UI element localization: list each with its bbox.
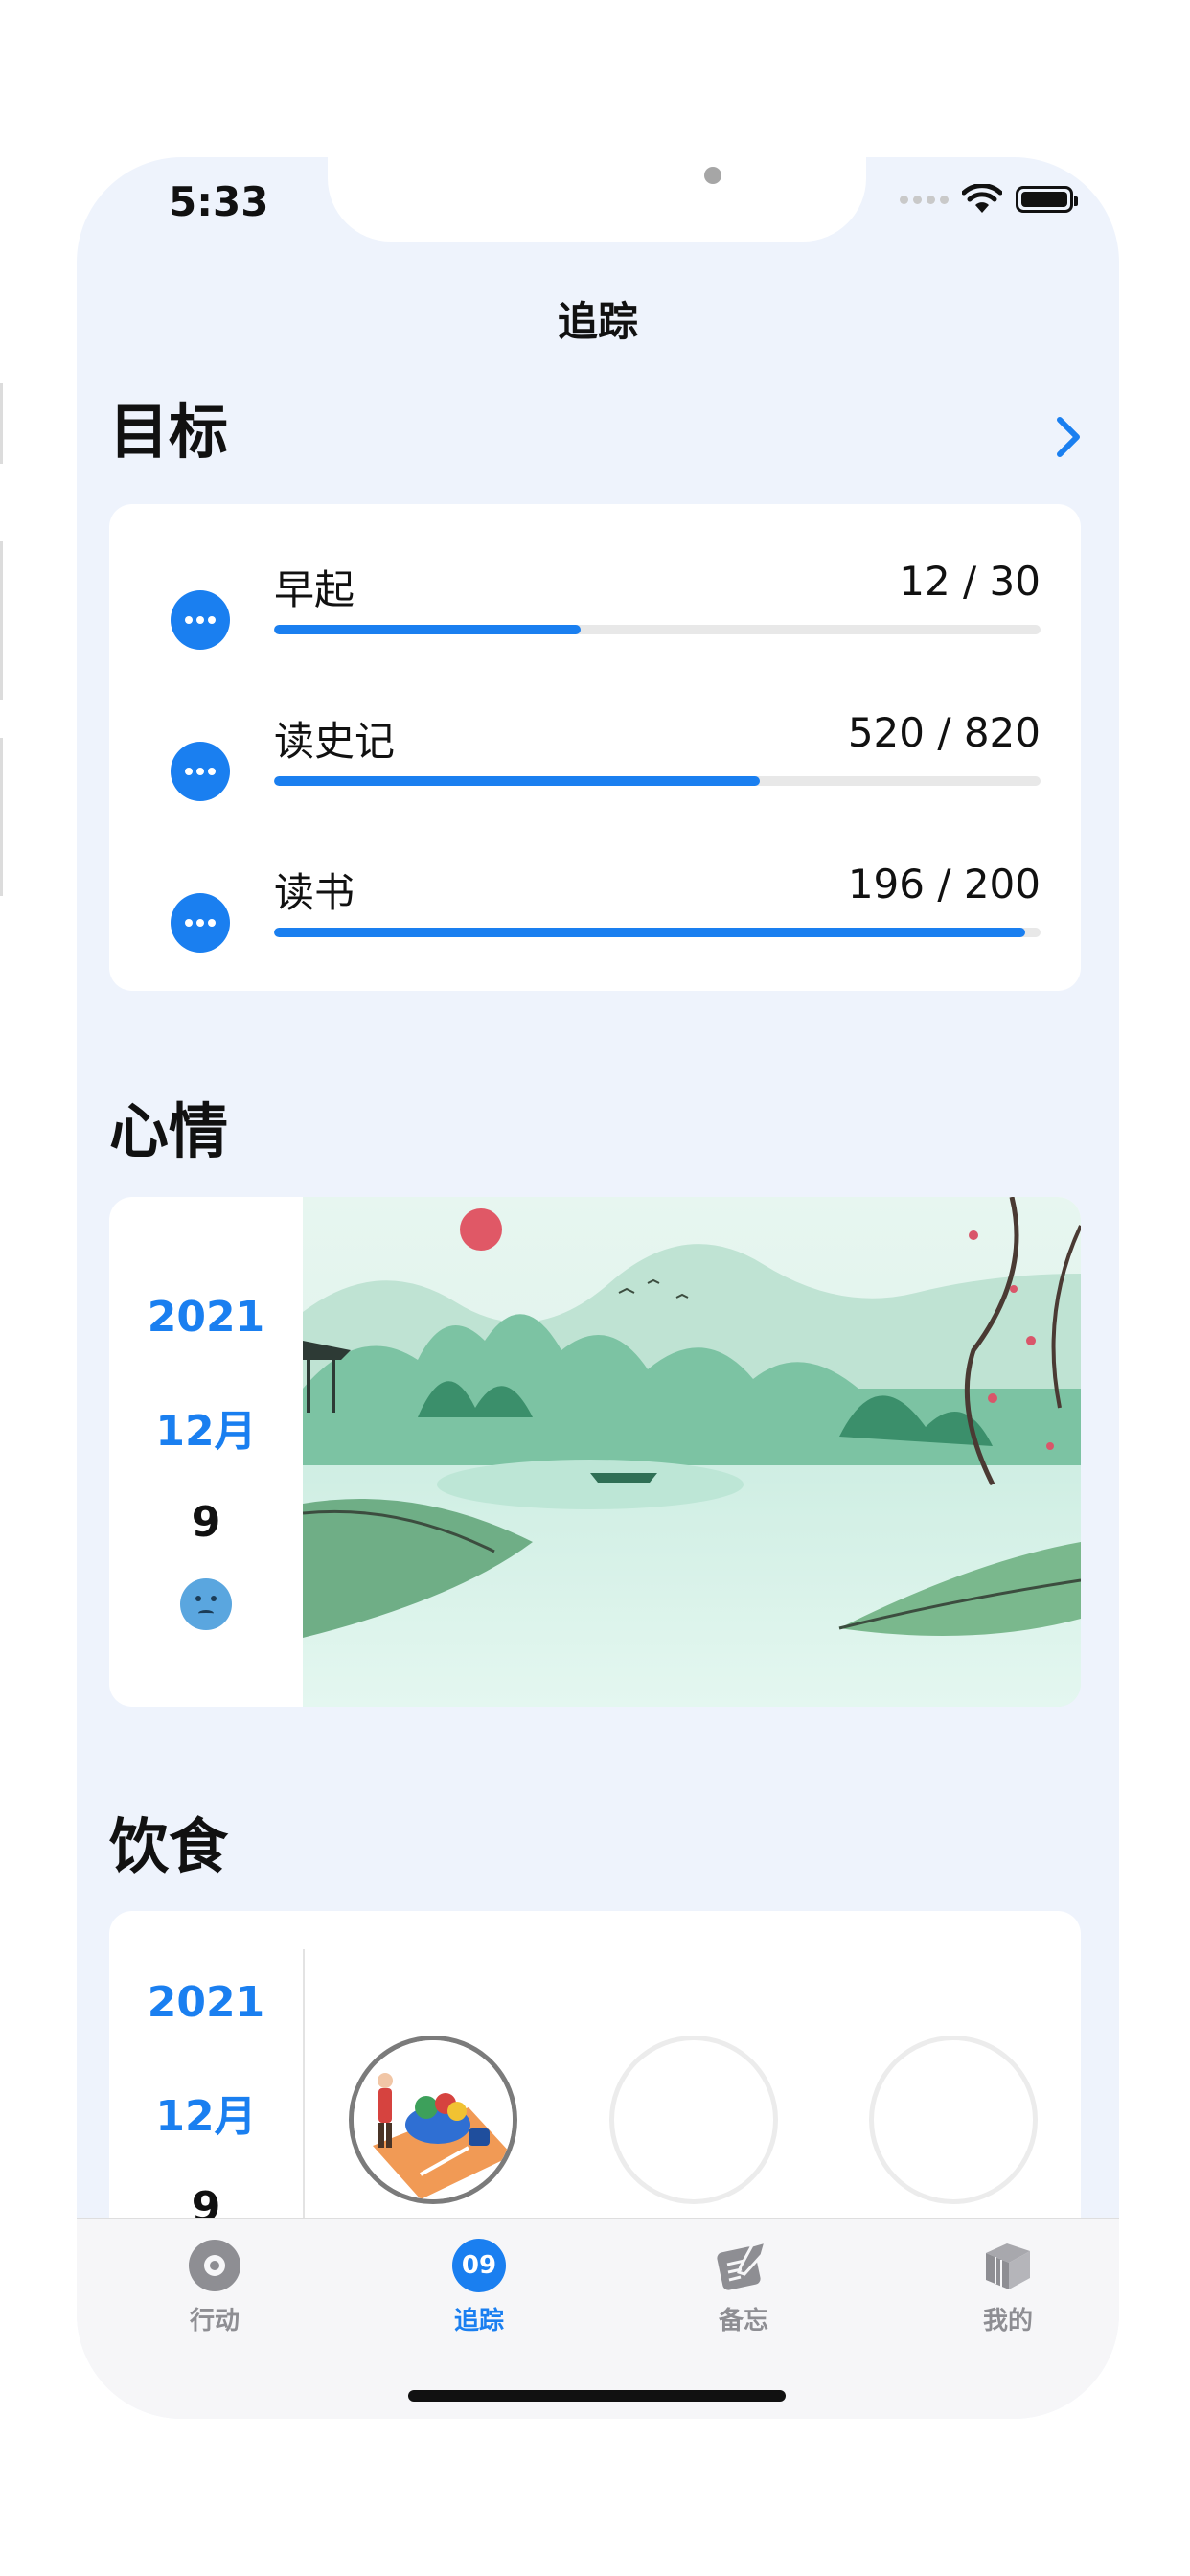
meal-photo-lunch[interactable] — [609, 2036, 778, 2204]
tab-action[interactable]: 行动 — [119, 2238, 310, 2336]
mood-month: 12月 — [155, 1407, 257, 1456]
goal-progress-track — [274, 776, 1041, 786]
tab-label: 行动 — [189, 2307, 240, 2335]
meal-photo-breakfast[interactable] — [349, 2036, 517, 2204]
food-divider — [303, 1949, 305, 2256]
notch — [328, 157, 866, 242]
tab-label: 备忘 — [718, 2307, 768, 2335]
edge-mark — [0, 383, 3, 464]
record-disc-icon — [187, 2238, 242, 2293]
meal-photo-dinner[interactable] — [869, 2036, 1038, 2204]
status-time: 5:33 — [169, 178, 269, 225]
goal-count: 12 / 30 — [899, 558, 1041, 605]
battery-icon — [1016, 186, 1078, 213]
goals-card: 早起 12 / 30 读史记 520 / 820 读书 196 / 200 — [109, 504, 1081, 991]
goal-progress-track — [274, 625, 1041, 634]
sad-face-icon — [180, 1578, 232, 1630]
goal-count: 520 / 820 — [847, 709, 1041, 756]
chevron-right-icon[interactable] — [1054, 408, 1083, 473]
mood-landscape-image — [303, 1197, 1081, 1707]
goal-name: 早起 — [274, 566, 355, 613]
wifi-icon — [962, 184, 1002, 213]
goal-row[interactable]: 读史记 520 / 820 — [109, 682, 1081, 816]
camera-dot — [704, 167, 721, 184]
edge-mark — [0, 738, 3, 896]
page-title: 追踪 — [557, 298, 638, 345]
tab-mine[interactable]: 我的 — [912, 2238, 1104, 2336]
tab-label: 我的 — [982, 2307, 1033, 2335]
mood-section-title: 心情 — [109, 1096, 229, 1166]
more-icon[interactable] — [171, 742, 230, 801]
goal-row[interactable]: 早起 12 / 30 — [109, 531, 1081, 665]
goal-name: 读史记 — [274, 718, 396, 765]
signal-icon — [900, 195, 949, 204]
goal-progress-fill — [274, 776, 761, 786]
mood-year: 2021 — [147, 1293, 265, 1342]
memo-pencil-icon — [716, 2238, 771, 2293]
tab-label: 追踪 — [453, 2307, 504, 2335]
goal-progress-track — [274, 928, 1041, 937]
mood-day: 9 — [191, 1498, 221, 1547]
mood-card[interactable]: 2021 12月 9 — [109, 1197, 1081, 1707]
goals-section-title: 目标 — [109, 397, 229, 467]
goal-progress-fill — [274, 625, 581, 634]
calendar-date-icon: 09 — [451, 2238, 507, 2293]
home-indicator — [408, 2390, 786, 2402]
mood-date: 2021 12月 9 — [109, 1197, 303, 1707]
edge-mark — [0, 541, 3, 700]
goal-row[interactable]: 读书 196 / 200 — [109, 834, 1081, 968]
goal-progress-fill — [274, 928, 1025, 937]
tab-memo[interactable]: 备忘 — [648, 2238, 839, 2336]
food-section-title: 饮食 — [109, 1811, 229, 1881]
book-stack-icon — [980, 2238, 1036, 2293]
tab-badge-date: 09 — [461, 2251, 497, 2280]
goal-name: 读书 — [274, 869, 355, 916]
more-icon[interactable] — [171, 590, 230, 650]
more-icon[interactable] — [171, 893, 230, 953]
status-icons — [900, 184, 1078, 215]
phone-screen: 5:33 追踪 目标 早起 12 / 30 读史记 520 / 820 读书 1… — [77, 157, 1119, 2419]
tab-track[interactable]: 09 追踪 — [383, 2238, 575, 2336]
food-year: 2021 — [147, 1978, 265, 2027]
tab-bar: 行动 09 追踪 备忘 我的 — [77, 2218, 1119, 2419]
food-month: 12月 — [155, 2092, 257, 2141]
goal-count: 196 / 200 — [847, 861, 1041, 908]
meal-illustration — [354, 2040, 513, 2199]
